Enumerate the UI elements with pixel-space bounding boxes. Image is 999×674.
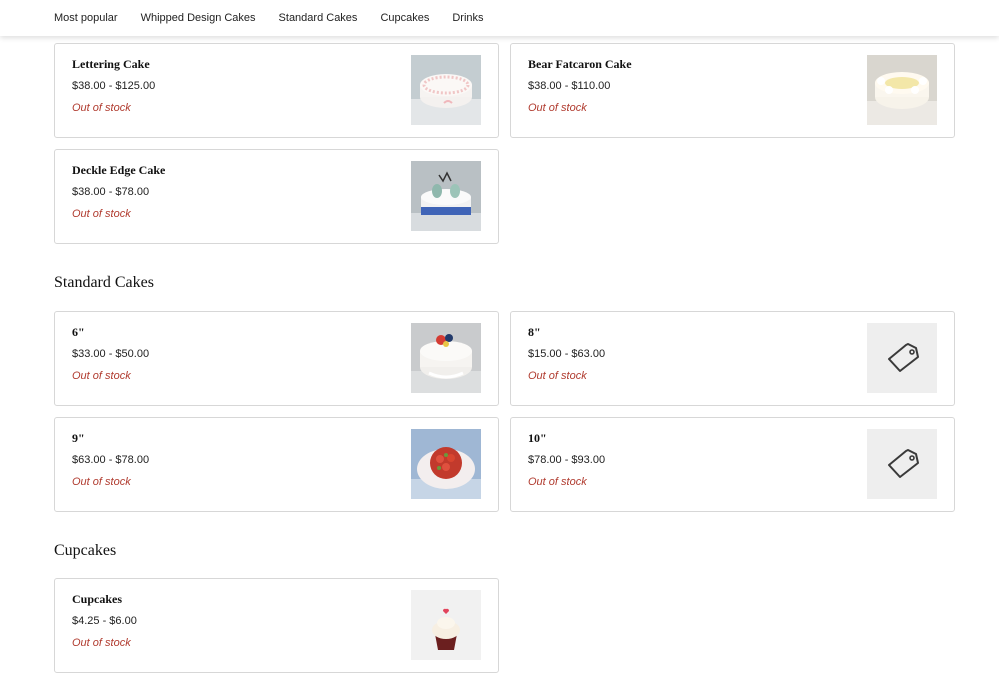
product-price: $63.00 - $78.00 (72, 454, 150, 466)
product-name: 9" (72, 431, 85, 445)
product-name: Deckle Edge Cake (72, 163, 166, 177)
section-title-cupcakes: Cupcakes (54, 542, 117, 559)
stock-status: Out of stock (72, 102, 131, 114)
menu-content: Lettering Cake $38.00 - $125.00 Out of s… (0, 0, 999, 674)
nav-whipped-design-cakes[interactable]: Whipped Design Cakes (141, 12, 256, 24)
nav-drinks[interactable]: Drinks (452, 12, 483, 24)
product-card-6-inch[interactable]: 6" $33.00 - $50.00 Out of stock (54, 311, 499, 406)
product-card-9-inch[interactable]: 9" $63.00 - $78.00 Out of stock (54, 417, 499, 512)
product-name: 6" (72, 325, 85, 339)
stock-status: Out of stock (72, 476, 131, 488)
stock-status: Out of stock (528, 370, 587, 382)
product-card-lettering-cake[interactable]: Lettering Cake $38.00 - $125.00 Out of s… (54, 43, 499, 138)
category-nav: Most popular Whipped Design Cakes Standa… (0, 0, 999, 36)
product-price: $38.00 - $78.00 (72, 186, 150, 198)
price-tag-icon (867, 429, 937, 499)
product-card-cupcakes[interactable]: Cupcakes $4.25 - $6.00 Out of stock (54, 578, 499, 673)
product-name: Lettering Cake (72, 57, 150, 71)
product-price: $38.00 - $125.00 (72, 80, 156, 92)
stock-status: Out of stock (72, 208, 131, 220)
stock-status: Out of stock (72, 370, 131, 382)
product-card-deckle-edge-cake[interactable]: Deckle Edge Cake $38.00 - $78.00 Out of … (54, 149, 499, 244)
deckle-edge-cake-photo (411, 161, 481, 231)
product-price: $33.00 - $50.00 (72, 348, 150, 360)
nav-standard-cakes[interactable]: Standard Cakes (279, 12, 358, 24)
product-price: $15.00 - $63.00 (528, 348, 606, 360)
stock-status: Out of stock (528, 476, 587, 488)
product-price: $78.00 - $93.00 (528, 454, 606, 466)
lettering-cake-photo (411, 55, 481, 125)
stock-status: Out of stock (528, 102, 587, 114)
product-name: Cupcakes (72, 592, 123, 606)
six-inch-cake-photo (411, 323, 481, 393)
nav-cupcakes[interactable]: Cupcakes (380, 12, 429, 24)
product-card-10-inch[interactable]: 10" $78.00 - $93.00 Out of stock (510, 417, 955, 512)
product-price: $38.00 - $110.00 (528, 80, 611, 92)
product-card-bear-fatcaron-cake[interactable]: Bear Fatcaron Cake $38.00 - $110.00 Out … (510, 43, 955, 138)
nav-most-popular[interactable]: Most popular (54, 12, 118, 24)
product-card-8-inch[interactable]: 8" $15.00 - $63.00 Out of stock (510, 311, 955, 406)
section-title-standard-cakes: Standard Cakes (54, 274, 154, 291)
product-name: Bear Fatcaron Cake (528, 57, 632, 71)
product-price: $4.25 - $6.00 (72, 615, 137, 627)
nine-inch-strawberry-cake-photo (411, 429, 481, 499)
stock-status: Out of stock (72, 637, 131, 649)
price-tag-icon (867, 323, 937, 393)
bear-fatcaron-cake-photo (867, 55, 937, 125)
product-name: 10" (528, 431, 547, 445)
product-name: 8" (528, 325, 541, 339)
cupcake-photo (411, 590, 481, 660)
